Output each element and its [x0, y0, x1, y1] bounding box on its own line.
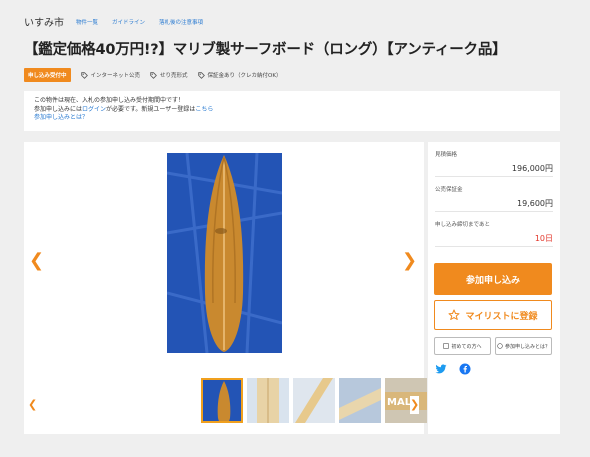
thumbnail[interactable] [339, 378, 381, 423]
tag-item: せり売形式 [150, 71, 188, 79]
chevron-left-icon[interactable]: ❮ [29, 252, 44, 270]
what-is-apply-link[interactable]: 参加申し込みとは？ [34, 114, 88, 121]
tag-icon [150, 71, 157, 79]
notice-text: が必要です。新規ユーザー登録は [106, 105, 196, 113]
edit-icon [443, 343, 450, 349]
thumbnail[interactable] [247, 378, 289, 423]
thumbnail-image [247, 378, 289, 423]
tag-item: インターネット公売 [80, 71, 141, 79]
info-value: 196,000円 [511, 164, 553, 173]
star-icon [448, 309, 460, 320]
tag-row: 申し込み受付中 インターネット公売 せり売形式 保証金あり（クレカ納付OK） [24, 68, 291, 82]
info-row-estimate: 見積価格 196,000円 [435, 142, 553, 177]
notice-line: 参加申し込みにはログインが必要です。新規ユーザー登録はこちら [34, 106, 550, 115]
mylist-label: マイリストに登録 [465, 311, 538, 322]
nav-item-list[interactable]: 物件一覧 [76, 18, 98, 26]
nav-item-notes[interactable]: 落札後の注意事項 [159, 18, 203, 26]
notice-line: この物件は現在、入札の参加申し込み受付期間中です！ [34, 97, 185, 104]
tag-label: 保証金あり（クレカ納付OK） [207, 73, 282, 79]
thumbnail[interactable]: MALI [385, 378, 427, 423]
thumbs-prev-icon[interactable]: ❮ [28, 396, 37, 414]
apply-button[interactable]: 参加申し込み [434, 263, 552, 295]
notice-text: 参加申し込みには [34, 105, 83, 113]
nav-item-guideline[interactable]: ガイドライン [112, 18, 145, 26]
first-time-button[interactable]: 初めての方へ [434, 337, 491, 355]
login-link[interactable]: ログイン [82, 106, 106, 113]
what-is-button[interactable]: 参加申し込みとは？ [495, 337, 552, 355]
thumbnail-image [203, 380, 241, 421]
main-image[interactable] [167, 153, 282, 353]
site-name[interactable]: いすみ市 [24, 14, 64, 29]
info-label: 見積価格 [435, 152, 458, 158]
register-link[interactable]: こちら [195, 106, 213, 113]
gallery: ❮ ❯ ❮ MALI ❯ [24, 142, 427, 434]
thumbnail-image [293, 378, 335, 423]
surfboard-image [167, 153, 282, 353]
tag-icon [197, 71, 205, 79]
thumbnail-image [339, 378, 381, 423]
info-row-deadline: 申し込み締切まであと 10日 [435, 212, 553, 247]
info-value: 19,600円 [517, 199, 553, 208]
header: いすみ市 物件一覧 ガイドライン 落札後の注意事項 [24, 14, 217, 29]
notice-box: この物件は現在、入札の参加申し込み受付期間中です！ 参加申し込みにはログインが必… [24, 91, 560, 131]
info-row-deposit: 公売保証金 19,600円 [435, 177, 553, 212]
mylist-button[interactable]: マイリストに登録 [434, 300, 552, 330]
info-label: 公売保証金 [435, 187, 463, 193]
chevron-right-icon[interactable]: ❯ [402, 252, 417, 270]
status-badge: 申し込み受付中 [24, 68, 71, 82]
tag-item: 保証金あり（クレカ納付OK） [197, 71, 282, 79]
thumbnail[interactable] [201, 378, 243, 423]
side-panel: 見積価格 196,000円 公売保証金 19,600円 申し込み締切まであと 1… [428, 142, 560, 434]
thumbnail-strip: MALI [201, 378, 431, 423]
thumbnail-image: MALI [385, 378, 427, 423]
help-icon [497, 343, 503, 349]
tag-label: せり売形式 [160, 73, 188, 79]
thumbnail[interactable] [293, 378, 335, 423]
deadline-value: 10日 [534, 234, 553, 243]
thumbs-next-icon[interactable]: ❯ [410, 396, 420, 414]
twitter-icon[interactable] [435, 363, 447, 375]
info-label: 申し込み締切まであと [435, 222, 490, 228]
page-title: 【鑑定価格40万円!?】マリブ製サーフボード（ロング）【アンティーク品】 [24, 42, 507, 58]
facebook-icon[interactable] [459, 363, 471, 375]
first-time-label: 初めての方へ [451, 343, 482, 350]
what-is-label: 参加申し込みとは？ [504, 343, 550, 350]
tag-icon [80, 71, 88, 79]
tag-label: インターネット公売 [90, 73, 141, 79]
